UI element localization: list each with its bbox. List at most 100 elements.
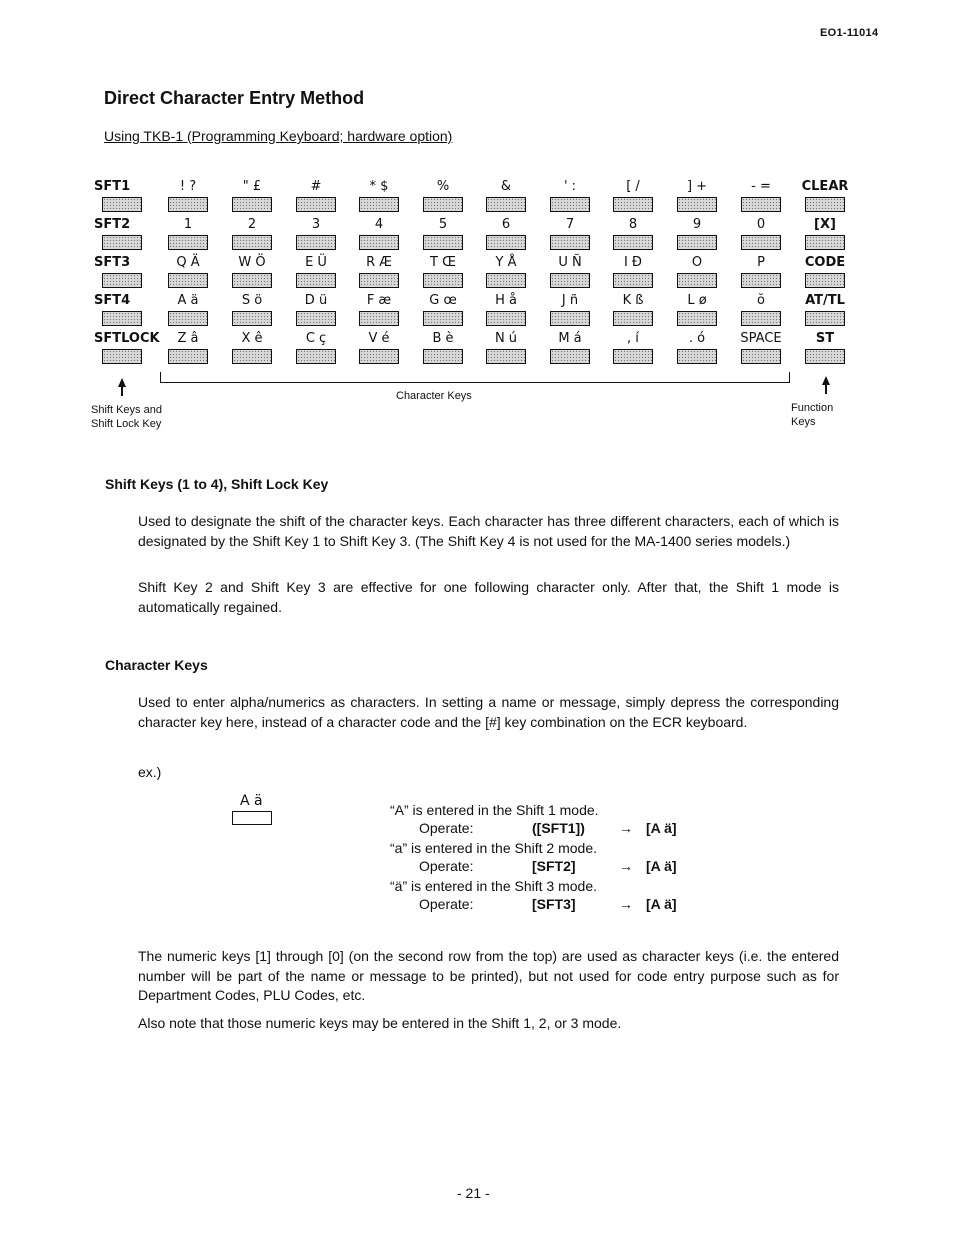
keyboard-row: SFT1 ! ? " £ # * $% & ' : [ /] + - = CLEAR [94, 178, 854, 216]
keyboard-row: SFTLOCK Z â X ê C ç V é B è N ú M á , í . ó SPACE S… [94, 330, 854, 368]
arrow-right-icon: → [619, 858, 633, 874]
key-cap [232, 311, 272, 326]
caption-line: Shift Keys and [91, 404, 162, 416]
character-key: " £ [221, 178, 283, 212]
operate-key: [SFT3] [532, 896, 576, 912]
character-key: . ó [666, 330, 728, 364]
key-cap [168, 197, 208, 212]
character-key: G œ [412, 292, 474, 326]
character-key: D ü [285, 292, 347, 326]
key-cap [168, 235, 208, 250]
shift-key: SFT1 [94, 178, 156, 212]
character-keys-paragraph-2: The numeric keys [1] through [0] (on the… [138, 948, 839, 1003]
key-cap [741, 235, 781, 250]
key-label: 5 [438, 217, 448, 232]
key-cap [550, 273, 590, 288]
character-key: ŏ [730, 292, 792, 326]
key-cap [359, 273, 399, 288]
key-label: * $ [369, 179, 389, 194]
key-cap [550, 349, 590, 364]
key-cap [102, 273, 142, 288]
character-key: Z â [157, 330, 219, 364]
character-key: W Ö [221, 254, 283, 288]
key-cap [486, 311, 526, 326]
key-cap [423, 349, 463, 364]
key-label: ST [815, 331, 835, 346]
shift-keys-caption: Shift Keys and Shift Lock Key [91, 403, 162, 431]
key-label: 6 [501, 217, 511, 232]
operate-key: [SFT2] [532, 858, 576, 874]
character-key: J ñ [539, 292, 601, 326]
arrow-right-icon: → [619, 896, 633, 912]
operate-key: ([SFT1]) [532, 820, 585, 836]
key-label: [X] [814, 217, 836, 232]
key-cap [232, 235, 272, 250]
keyboard-row: SFT2 1 2 3 4 5 6 7 8 9 0 [X] [94, 216, 854, 254]
key-label: C ç [305, 331, 327, 346]
key-cap [677, 197, 717, 212]
page-number: - 21 - [457, 1185, 490, 1201]
key-label: 7 [565, 217, 575, 232]
operate-result: [A ä] [646, 896, 677, 912]
function-keys-arrow-icon [822, 376, 830, 394]
key-label: . ó [688, 331, 706, 346]
key-label: CLEAR [801, 179, 849, 194]
key-cap [741, 349, 781, 364]
key-cap [677, 349, 717, 364]
key-cap [805, 273, 845, 288]
key-cap [102, 349, 142, 364]
character-key: ] + [666, 178, 728, 212]
key-label: T Œ [430, 255, 456, 270]
key-label: B è [432, 331, 454, 346]
character-key: F æ [348, 292, 410, 326]
key-label: AT/TL [805, 293, 845, 308]
key-label: F æ [366, 293, 392, 308]
character-key: 0 [730, 216, 792, 250]
caption-line: Shift Lock Key [91, 418, 162, 430]
example-operate-2: Operate: [SFT2] → [A ä] [419, 858, 677, 874]
key-label: 9 [692, 217, 702, 232]
keyboard-row: SFT3 Q Ä W Ö E Ü R Æ T Œ Y Å U Ñ I Đ O P CODE [94, 254, 854, 292]
key-label: I Đ [623, 255, 643, 270]
key-label: V é [368, 331, 390, 346]
character-key: P [730, 254, 792, 288]
key-label: [ / [626, 179, 640, 194]
character-key: O [666, 254, 728, 288]
character-keys-caption: Character Keys [396, 390, 472, 402]
character-key: , í [602, 330, 664, 364]
key-label: ' : [563, 179, 577, 194]
key-label: SPACE [740, 331, 782, 346]
section-subtitle: Using TKB-1 (Programming Keyboard; hardw… [104, 128, 453, 144]
key-cap [296, 235, 336, 250]
operate-label: Operate: [419, 896, 474, 912]
character-key: 2 [221, 216, 283, 250]
character-key: T Œ [412, 254, 474, 288]
function-key: CLEAR [794, 178, 856, 212]
character-key: [ / [602, 178, 664, 212]
example-operate-3: Operate: [SFT3] → [A ä] [419, 896, 677, 912]
character-key: I Đ [602, 254, 664, 288]
key-cap [550, 311, 590, 326]
key-label: ! ? [179, 179, 197, 194]
key-cap [359, 349, 399, 364]
key-cap [296, 197, 336, 212]
character-key: U Ñ [539, 254, 601, 288]
key-cap [423, 235, 463, 250]
key-label: SFT1 [94, 179, 131, 194]
character-keys-heading: Character Keys [105, 657, 208, 673]
key-cap [296, 311, 336, 326]
character-key: R Æ [348, 254, 410, 288]
character-key: 8 [602, 216, 664, 250]
key-cap [741, 273, 781, 288]
character-key: Q Ä [157, 254, 219, 288]
key-cap [232, 273, 272, 288]
key-cap [805, 349, 845, 364]
function-keys-caption: Function Keys [791, 401, 833, 429]
key-label: % [436, 179, 450, 194]
key-label: O [691, 255, 703, 270]
shift-keys-paragraph-1: Used to designate the shift of the chara… [138, 513, 839, 549]
example-desc-2: “a” is entered in the Shift 2 mode. [390, 840, 597, 856]
key-label: Q Ä [176, 255, 200, 270]
character-key: B è [412, 330, 474, 364]
character-key: C ç [285, 330, 347, 364]
